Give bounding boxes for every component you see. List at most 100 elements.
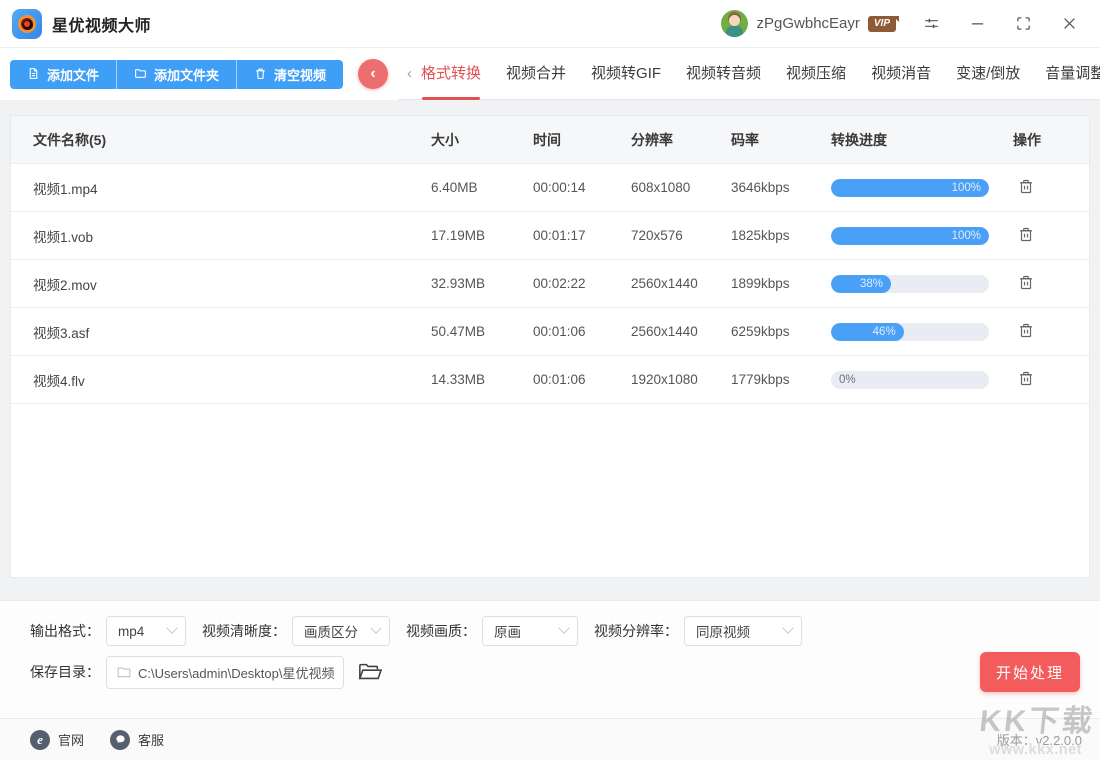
delete-file-button[interactable] xyxy=(1017,369,1037,389)
chevron-down-icon xyxy=(782,623,793,634)
add-folder-button[interactable]: 添加文件夹 xyxy=(117,60,237,89)
app-window: 星优视频大师 zPgGwbhcEayr VIP 添加文件 xyxy=(0,0,1100,760)
tab-video-merge[interactable]: 视频合并 xyxy=(506,48,566,100)
col-progress: 转换进度 xyxy=(831,130,1013,150)
table-row: 视频1.mp46.40MB00:00:14608x10803646kbps100… xyxy=(11,164,1089,212)
app-title: 星优视频大师 xyxy=(52,12,151,36)
file-bitrate: 1779kbps xyxy=(731,372,831,387)
chevron-down-icon xyxy=(558,623,569,634)
footer: e 官网 客服 版本：v2.2.0.0 xyxy=(0,718,1100,760)
delete-file-button[interactable] xyxy=(1017,177,1037,197)
quality-select[interactable]: 原画 xyxy=(482,616,578,646)
tab-video-compress[interactable]: 视频压缩 xyxy=(786,48,846,100)
file-duration: 00:02:22 xyxy=(533,276,631,291)
maximize-button[interactable] xyxy=(1012,13,1034,35)
browse-folder-button[interactable] xyxy=(358,662,382,682)
file-resolution: 608x1080 xyxy=(631,180,731,195)
progress-cell: 100% xyxy=(831,179,1013,197)
vip-badge: VIP xyxy=(868,16,896,32)
file-duration: 00:01:06 xyxy=(533,372,631,387)
progress-cell: 46% xyxy=(831,323,1013,341)
clarity-select[interactable]: 画质区分 xyxy=(292,616,390,646)
col-bitrate: 码率 xyxy=(731,130,831,150)
clear-videos-button[interactable]: 清空视频 xyxy=(237,60,343,89)
main-area: 文件名称(5) 大小 时间 分辨率 码率 转换进度 操作 视频1.mp46.40… xyxy=(0,100,1100,600)
action-cell xyxy=(1013,177,1089,199)
file-actions-group: 添加文件 添加文件夹 清空视频 xyxy=(10,60,343,89)
version-label: 版本：v2.2.0.0 xyxy=(997,730,1082,749)
file-name: 视频2.mov xyxy=(23,274,431,294)
table-row: 视频1.vob17.19MB00:01:17720x5761825kbps100… xyxy=(11,212,1089,260)
settings-panel: 输出格式： mp4 视频清晰度： 画质区分 视频画质： 原画 视频分辨率： 同原… xyxy=(0,600,1100,718)
output-format-label: 输出格式： xyxy=(30,621,100,641)
close-button[interactable] xyxy=(1058,13,1080,35)
progress-cell: 100% xyxy=(831,227,1013,245)
action-cell xyxy=(1013,225,1089,247)
file-resolution: 2560x1440 xyxy=(631,276,731,291)
add-file-button[interactable]: 添加文件 xyxy=(10,60,117,89)
resolution-select[interactable]: 同原视频 xyxy=(684,616,802,646)
file-name: 视频3.asf xyxy=(23,322,431,342)
tab-volume-adjust[interactable]: 音量调整 xyxy=(1045,48,1100,100)
username[interactable]: zPgGwbhcEayr xyxy=(757,15,860,32)
table-row: 视频2.mov32.93MB00:02:222560x14401899kbps 3… xyxy=(11,260,1089,308)
progress-label: 38% xyxy=(860,275,883,293)
delete-file-button[interactable] xyxy=(1017,225,1037,245)
tabs-back-button[interactable]: ‹ xyxy=(358,59,388,89)
file-size: 17.19MB xyxy=(431,228,533,243)
tab-scroll-left-icon[interactable]: ‹ xyxy=(398,65,421,82)
file-duration: 00:00:14 xyxy=(533,180,631,195)
col-size: 大小 xyxy=(431,130,533,150)
table-row: 视频3.asf50.47MB00:01:062560x14406259kbps4… xyxy=(11,308,1089,356)
file-size: 32.93MB xyxy=(431,276,533,291)
trash-icon xyxy=(254,67,267,83)
title-bar: 星优视频大师 zPgGwbhcEayr VIP xyxy=(0,0,1100,48)
file-bitrate: 6259kbps xyxy=(731,324,831,339)
start-processing-button[interactable]: 开始处理 xyxy=(980,652,1080,692)
file-bitrate: 3646kbps xyxy=(731,180,831,195)
save-dir-path: C:\Users\admin\Desktop\星优视频 xyxy=(138,663,335,682)
file-size: 14.33MB xyxy=(431,372,533,387)
progress-bar: 46% xyxy=(831,323,989,341)
tab-video-to-gif[interactable]: 视频转GIF xyxy=(591,48,661,100)
folder-icon xyxy=(134,67,147,83)
progress-cell: 0% xyxy=(831,371,1013,389)
tab-format-convert[interactable]: 格式转换 xyxy=(421,48,481,100)
output-format-select[interactable]: mp4 xyxy=(106,616,186,646)
clarity-label: 视频清晰度： xyxy=(202,621,286,641)
folder-open-icon xyxy=(358,662,382,682)
col-file-name: 文件名称(5) xyxy=(23,130,431,150)
tab-video-to-audio[interactable]: 视频转音频 xyxy=(686,48,761,100)
file-resolution: 720x576 xyxy=(631,228,731,243)
progress-bar: 0% xyxy=(831,371,989,389)
website-icon: e xyxy=(30,730,50,750)
file-bitrate: 1899kbps xyxy=(731,276,831,291)
progress-label: 0% xyxy=(839,371,856,389)
progress-cell: 38% xyxy=(831,275,1013,293)
file-name: 视频4.flv xyxy=(23,370,431,390)
settings-sliders-icon[interactable] xyxy=(920,13,942,35)
delete-file-button[interactable] xyxy=(1017,321,1037,341)
tab-speed-reverse[interactable]: 变速/倒放 xyxy=(956,48,1020,100)
official-website-link[interactable]: e 官网 xyxy=(30,730,84,750)
action-cell xyxy=(1013,369,1089,391)
app-logo-icon xyxy=(12,9,42,39)
user-avatar[interactable] xyxy=(721,10,748,37)
save-dir-label: 保存目录： xyxy=(30,662,100,682)
file-duration: 00:01:17 xyxy=(533,228,631,243)
chevron-down-icon xyxy=(166,623,177,634)
file-name: 视频1.vob xyxy=(23,226,431,246)
file-list-card: 文件名称(5) 大小 时间 分辨率 码率 转换进度 操作 视频1.mp46.40… xyxy=(10,115,1090,578)
table-header-row: 文件名称(5) 大小 时间 分辨率 码率 转换进度 操作 xyxy=(11,116,1089,164)
progress-bar: 38% xyxy=(831,275,989,293)
minimize-button[interactable] xyxy=(966,13,988,35)
file-icon xyxy=(27,67,40,83)
customer-support-link[interactable]: 客服 xyxy=(110,730,164,750)
file-duration: 00:01:06 xyxy=(533,324,631,339)
progress-bar: 100% xyxy=(831,227,989,245)
tab-video-mute[interactable]: 视频消音 xyxy=(871,48,931,100)
save-dir-input[interactable]: C:\Users\admin\Desktop\星优视频 xyxy=(106,656,344,689)
file-resolution: 1920x1080 xyxy=(631,372,731,387)
file-bitrate: 1825kbps xyxy=(731,228,831,243)
delete-file-button[interactable] xyxy=(1017,273,1037,293)
